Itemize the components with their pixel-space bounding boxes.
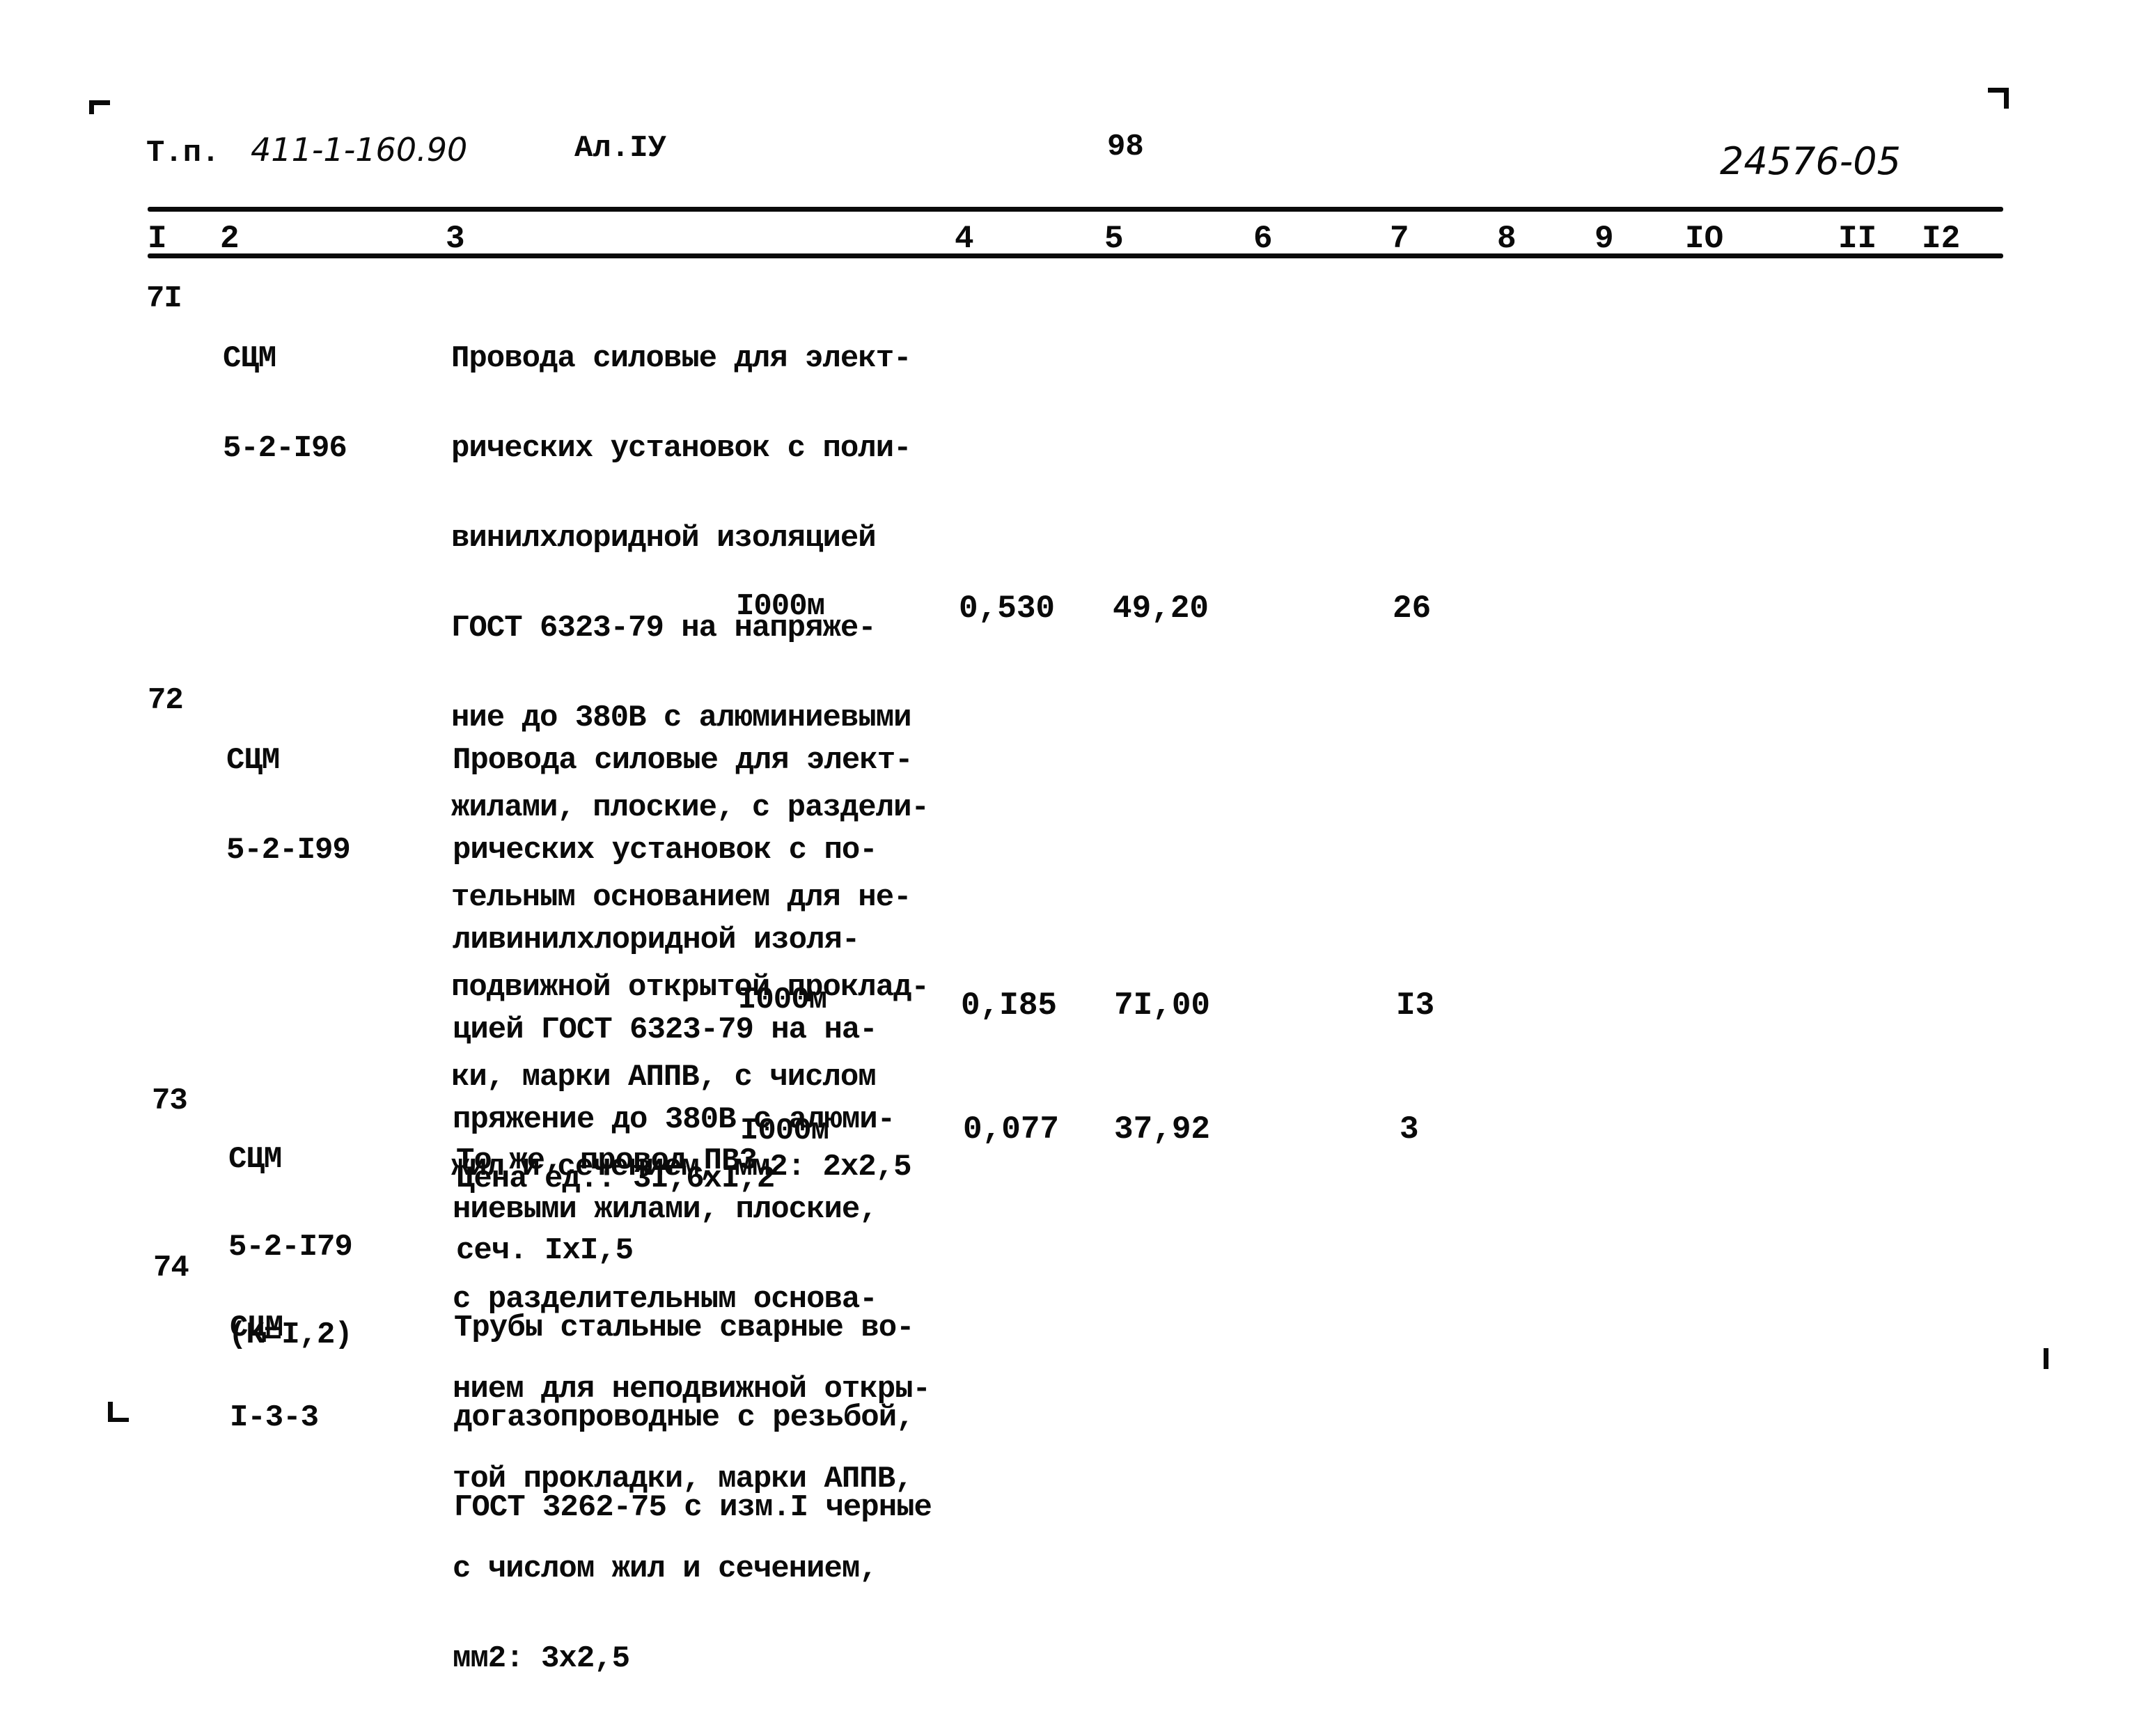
- rate-code: СЦМ I-3-3: [230, 1253, 319, 1493]
- corner-mark-top-right-stem: [2004, 88, 2009, 109]
- column-header-6: 6: [1253, 221, 1273, 257]
- description-line: ливинилхлоридной изоля-: [453, 923, 860, 957]
- description-line: мм2: 3х2,5: [453, 1641, 630, 1676]
- rate-code-line: 5-2-I99: [226, 833, 351, 868]
- corner-mark-top-left-stem: [89, 100, 94, 114]
- corner-mark-bottom-right: [2044, 1348, 2048, 1369]
- column-header-11: II: [1838, 221, 1877, 257]
- project-number: 411-1-160.90: [251, 131, 468, 169]
- description-line: догазопроводные с резьбой,: [454, 1400, 915, 1435]
- unit-of-measure: I000м: [736, 589, 825, 624]
- column-header-8: 8: [1497, 221, 1517, 257]
- row-number: 73: [152, 1084, 188, 1118]
- description-line: Трубы стальные сварные во-: [454, 1311, 915, 1345]
- row-number: 72: [148, 683, 184, 718]
- total-cost-value: 26: [1393, 591, 1432, 627]
- column-header-1: I: [148, 221, 167, 257]
- total-cost-value: I3: [1396, 987, 1435, 1024]
- table-header-bottom-rule: [148, 253, 2003, 258]
- corner-mark-bottom-left-foot: [108, 1418, 129, 1422]
- page-number: 98: [1107, 130, 1144, 164]
- description-line: Провода силовые для элект-: [453, 743, 914, 778]
- rate-code-line: СЦМ: [226, 743, 280, 778]
- row-number: 74: [153, 1251, 189, 1285]
- rate-code-line: 5-2-I96: [223, 431, 347, 466]
- rate-code-line: I-3-3: [230, 1400, 319, 1435]
- column-header-12: I2: [1922, 221, 1961, 257]
- description-line: рических установок с по-: [453, 833, 878, 868]
- table-top-rule: [148, 207, 2003, 212]
- rate-code-line: СЦМ: [223, 341, 276, 376]
- row-number: 7I: [146, 281, 182, 316]
- description-line: винилхлоридной изоляцией: [451, 521, 877, 556]
- rate-code-line: СЦМ: [230, 1311, 283, 1345]
- column-header-9: 9: [1595, 221, 1614, 257]
- column-header-10: IO: [1685, 221, 1724, 257]
- column-header-3: 3: [446, 221, 465, 257]
- description-line: рических установок с поли-: [451, 431, 912, 466]
- rate-code: СЦМ 5-2-I96: [223, 284, 347, 524]
- total-cost-value: 3: [1400, 1111, 1419, 1148]
- unit-price-value: 49,20: [1113, 591, 1209, 627]
- column-header-2: 2: [220, 221, 240, 257]
- column-header-5: 5: [1104, 221, 1124, 257]
- item-description: Трубы стальные сварные во- догазопроводн…: [454, 1253, 932, 1583]
- unit-price-value: 7I,00: [1114, 987, 1211, 1024]
- rate-code: СЦМ 5-2-I99: [226, 686, 351, 925]
- description-line: Провода силовые для элект-: [451, 341, 912, 376]
- quantity-value: 0,077: [963, 1111, 1060, 1148]
- unit-price-value: 37,92: [1114, 1111, 1211, 1148]
- quantity-value: 0,I85: [961, 987, 1058, 1024]
- column-header-4: 4: [955, 221, 974, 257]
- rate-code-line: СЦМ: [228, 1142, 282, 1177]
- project-label: Т.п.: [146, 136, 220, 171]
- description-line: ГОСТ 3262-75 с изм.I черные: [454, 1490, 932, 1525]
- description-line: цией ГОСТ 6323-79 на на-: [453, 1012, 878, 1047]
- unit-of-measure: I000м: [738, 983, 827, 1017]
- description-line: ГОСТ 6323-79 на напряже-: [451, 611, 877, 646]
- unit-of-measure: I000м: [740, 1113, 829, 1148]
- album-label: Ал.IУ: [574, 131, 667, 166]
- quantity-value: 0,530: [959, 591, 1056, 627]
- document-code: 24576-05: [1720, 139, 1901, 183]
- page-header: Т.п. 411-1-160.90: [146, 131, 467, 171]
- price-note: Цена ед.: 3I,6хI,2: [456, 1162, 775, 1196]
- column-header-7: 7: [1390, 221, 1409, 257]
